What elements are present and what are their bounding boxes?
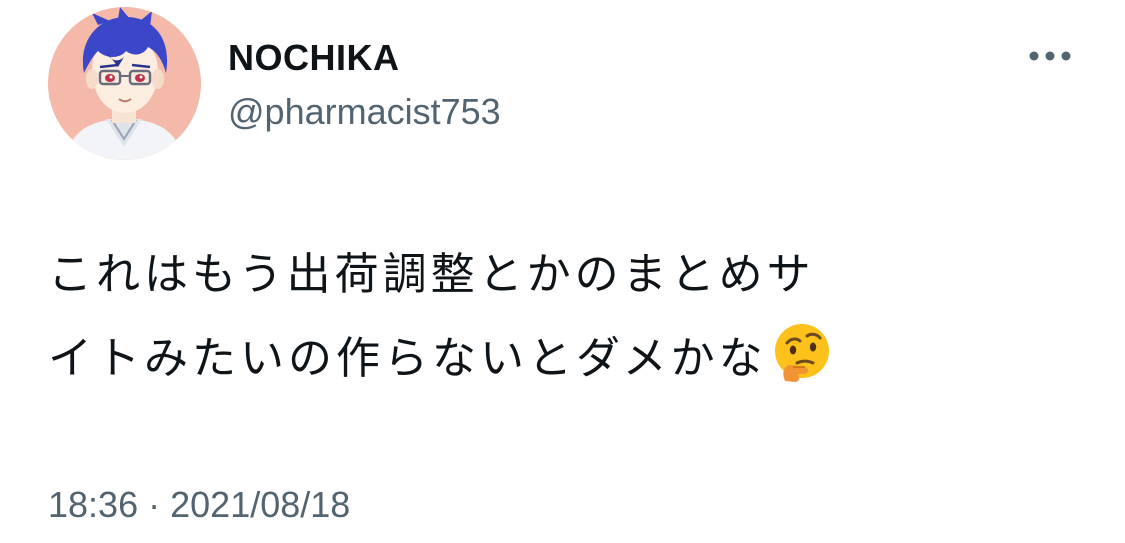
author-handle[interactable]: @pharmacist753 — [228, 90, 501, 134]
more-options-button[interactable] — [1022, 38, 1078, 74]
tweet-text-segment: イトみたいの作らないとダメかな — [48, 333, 767, 384]
tweet-date: 2021/08/18 — [170, 484, 351, 525]
more-horizontal-icon — [1029, 51, 1071, 61]
tweet-text: これはもう出荷調整とかのまとめサ イトみたいの作らないとダメかな — [48, 233, 1088, 411]
tweet-card: NOCHIKA @pharmacist753 これはもう出荷調整とかのまとめサ … — [0, 0, 1125, 543]
timestamp-separator: · — [148, 484, 161, 525]
tweet-time: 18:36 — [48, 484, 139, 525]
thinking-face-emoji-icon — [771, 321, 833, 411]
tweet-text-line: これはもう出荷調整とかのまとめサ — [48, 249, 815, 300]
author-display-name[interactable]: NOCHIKA — [228, 36, 400, 80]
tweet-text-line: イトみたいの作らないとダメかな — [48, 317, 1088, 411]
avatar-illustration-icon — [48, 7, 201, 160]
tweet-timestamp[interactable]: 18:36 · 2021/08/18 — [48, 483, 350, 527]
avatar[interactable] — [48, 7, 201, 160]
